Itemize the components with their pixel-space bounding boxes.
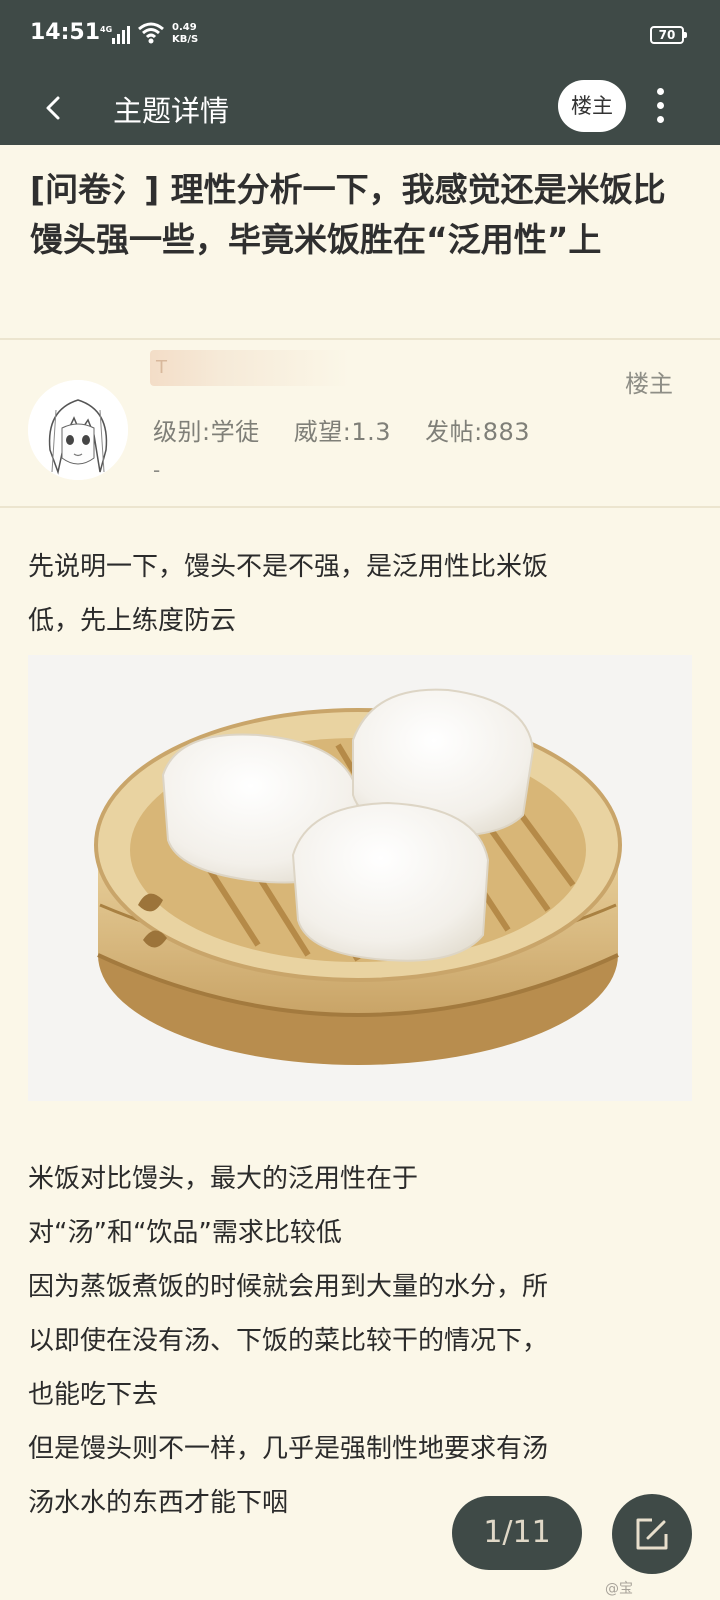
more-vertical-icon[interactable]	[648, 84, 672, 130]
back-icon[interactable]	[38, 90, 70, 126]
text-line: 对“汤”和“饮品”需求比较低	[28, 1218, 342, 1248]
battery-icon: 70	[650, 26, 687, 44]
text-line: 汤水水的东西才能下咽	[28, 1488, 289, 1518]
text-line: 因为蒸饭煮饭的时候就会用到大量的水分，所	[28, 1272, 549, 1302]
signal-icon: 4G	[100, 25, 130, 44]
text-line: 但是馒头则不一样，几乎是强制性地要求有汤	[28, 1434, 549, 1464]
text-line: 以即使在没有汤、下饭的菜比较干的情况下，	[28, 1326, 549, 1356]
avatar-illustration	[28, 380, 128, 480]
author-prestige: 威望:1.3	[293, 418, 391, 446]
text-line: 也能吃下去	[28, 1380, 159, 1410]
watermark: @宝	[605, 1581, 633, 1597]
text-line: 米饭对比馒头，最大的泛用性在于	[28, 1164, 419, 1194]
divider	[0, 338, 720, 340]
author-name[interactable]: T	[150, 350, 350, 386]
speed-value: 0.49	[172, 22, 197, 33]
edit-icon	[636, 1518, 668, 1550]
author-level: 级别:学徒	[153, 418, 260, 446]
status-time: 14:51	[30, 20, 101, 45]
author-tag: 楼主	[625, 370, 673, 398]
svg-text:4G: 4G	[100, 25, 112, 34]
author-meta: 级别:学徒 威望:1.3 发帖:883	[153, 412, 556, 447]
nav-bar: 主题详情 楼主	[0, 70, 720, 145]
topic-title: [问卷氵] 理性分析一下，我感觉还是米饭比馒头强一些，毕竟米饭胜在“泛用性”上	[30, 170, 666, 259]
text-line: 低，先上练度防云	[28, 606, 237, 636]
battery-level: 70	[658, 28, 676, 42]
steamed-buns-image	[28, 655, 692, 1101]
author-posts: 发帖:883	[425, 418, 531, 446]
post-body: 米饭对比馒头，最大的泛用性在于 对“汤”和“饮品”需求比较低 因为蒸饭煮饭的时候…	[28, 1152, 692, 1530]
text-line: 先说明一下，馒头不是不强，是泛用性比米饭	[28, 552, 549, 582]
network-speed: 0.49 KB/S	[172, 22, 198, 46]
page-indicator-button[interactable]: 1/11	[452, 1496, 582, 1570]
avatar[interactable]	[28, 380, 128, 480]
post-image[interactable]	[28, 655, 692, 1101]
louzhu-button[interactable]: 楼主	[558, 80, 626, 132]
page-title: 主题详情	[113, 94, 230, 128]
speed-unit: KB/S	[172, 34, 199, 45]
author-extra: -	[153, 458, 161, 482]
divider	[0, 506, 720, 508]
edit-button[interactable]	[612, 1494, 692, 1574]
status-bar: 14:51 4G 0.49 KB/S 70	[0, 0, 720, 70]
wifi-icon	[138, 22, 164, 44]
post-intro: 先说明一下，馒头不是不强，是泛用性比米饭 低，先上练度防云	[28, 540, 692, 648]
